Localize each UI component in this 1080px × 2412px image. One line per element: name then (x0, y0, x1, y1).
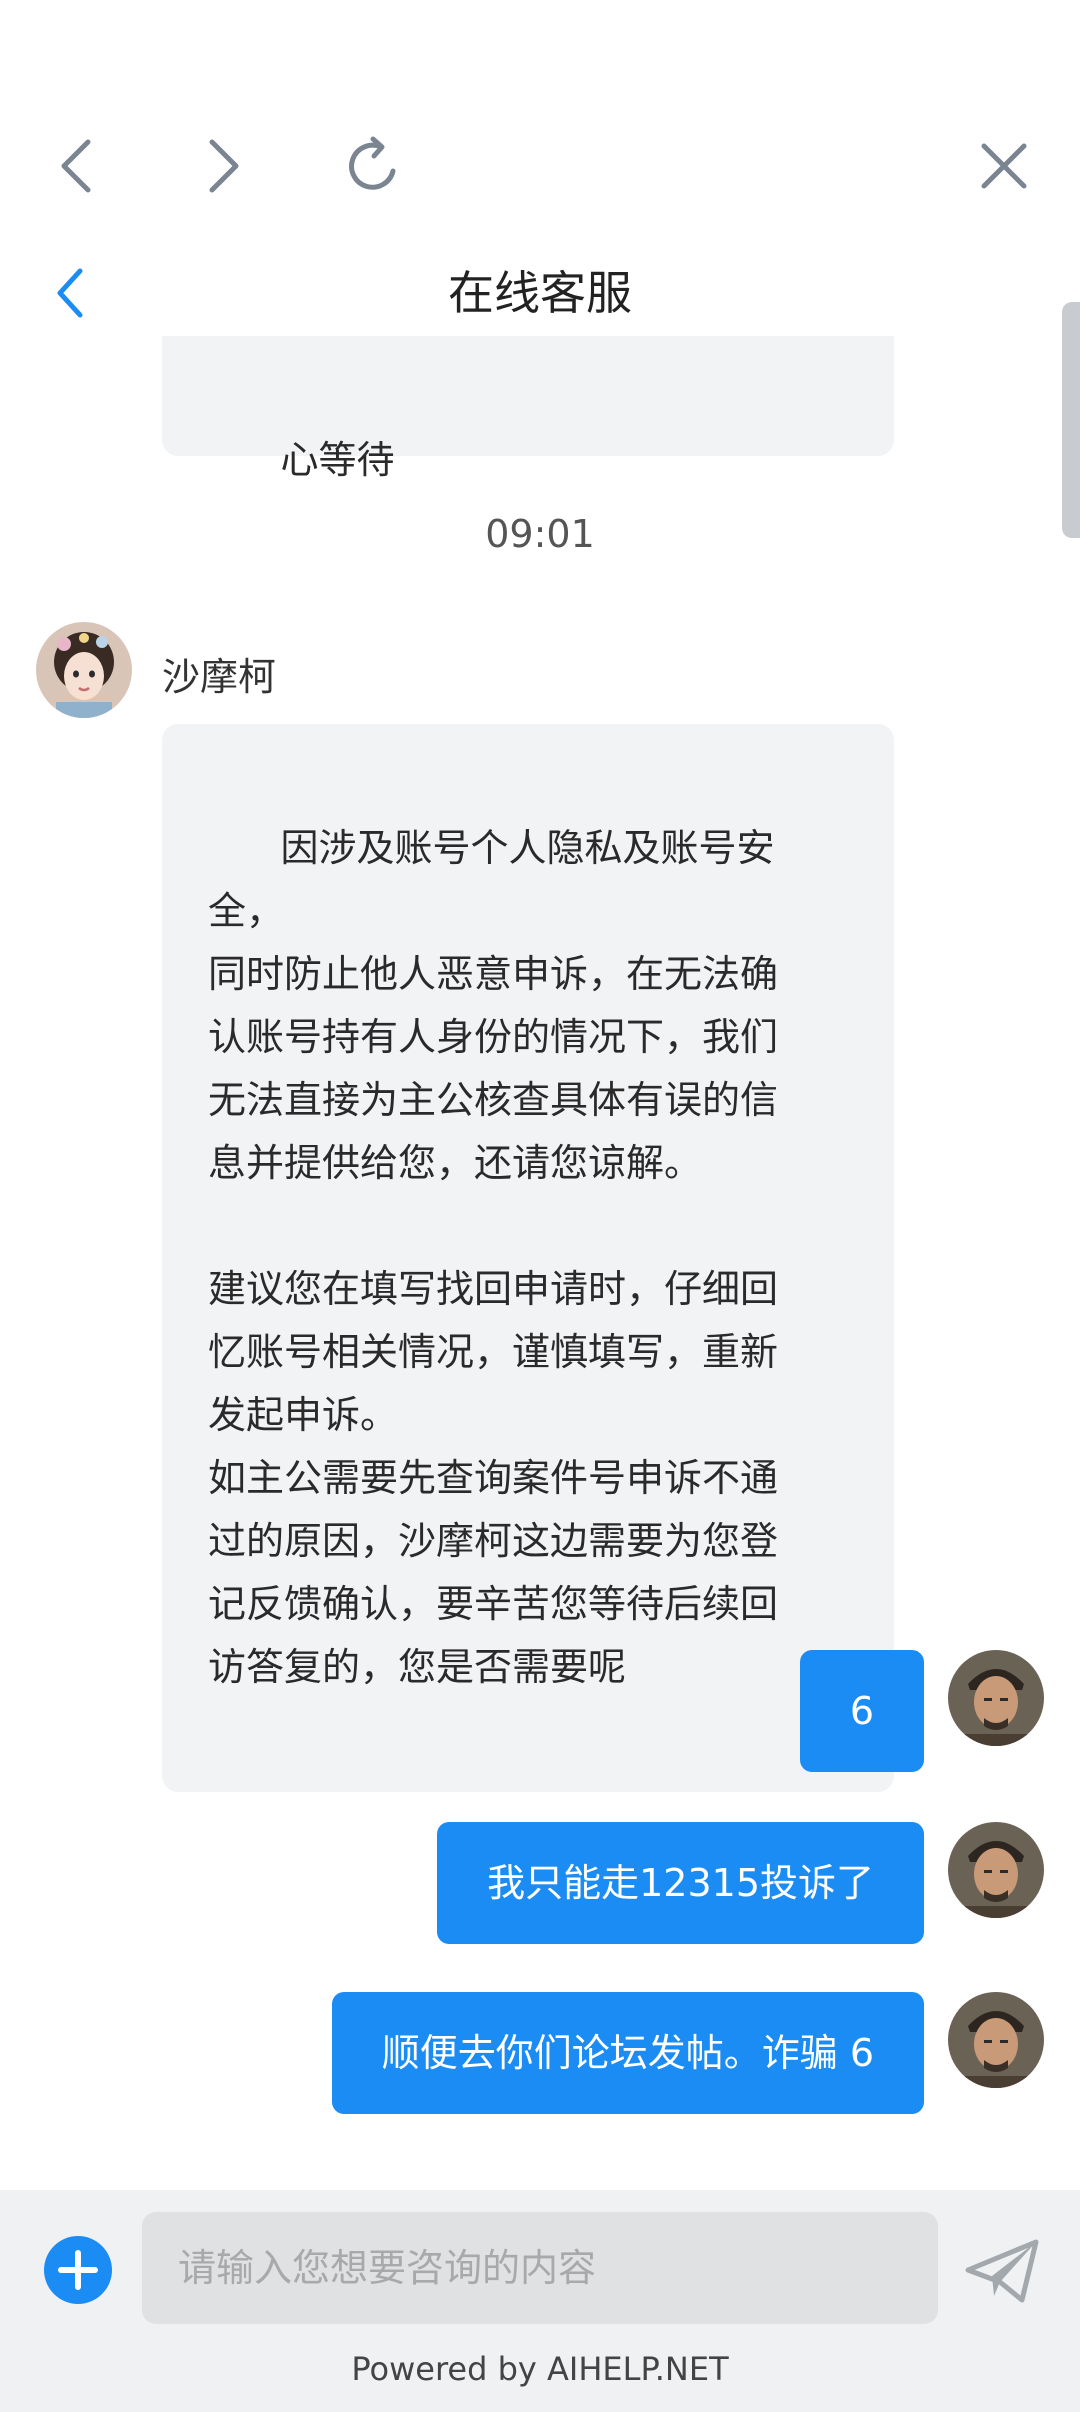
browser-close-button[interactable] (964, 126, 1044, 206)
chat-footer: Powered by AIHELP.NET (0, 2190, 1080, 2412)
close-icon (981, 143, 1027, 189)
message-text: 心等待 (280, 438, 395, 482)
user-message-bubble: 顺便去你们论坛发帖。诈骗 6 (331, 1992, 924, 2114)
browser-reload-button[interactable] (334, 126, 414, 206)
message-text: 6 (849, 1689, 874, 1733)
refresh-icon (349, 136, 396, 190)
chat-screen: 在线客服 心等待 09:01 沙摩柯 因涉及账号个人隐私及账号安全， 同时防止他… (0, 0, 1080, 2412)
browser-forward-button[interactable] (184, 126, 264, 206)
chat-header: 在线客服 (0, 250, 1080, 336)
browser-toolbar (0, 0, 1080, 250)
header-back-button[interactable] (30, 250, 110, 336)
agent-avatar[interactable] (36, 622, 132, 718)
agent-message-bubble: 心等待 (162, 336, 894, 482)
send-icon (965, 2239, 1039, 2303)
plus-circle-icon (58, 2250, 98, 2290)
user-message-bubble: 我只能走12315投诉了 (437, 1822, 924, 1944)
user-avatar-icon (948, 1650, 1044, 1746)
chevron-left-icon (61, 139, 91, 193)
browser-back-button[interactable] (36, 126, 116, 206)
agent-message-bubble: 因涉及账号个人隐私及账号安全， 同时防止他人恶意申诉，在无法确 认账号持有人身份… (162, 724, 894, 1792)
message-text: 顺便去你们论坛发帖。诈骗 6 (381, 2031, 874, 2075)
message-text: 因涉及账号个人隐私及账号安全， 同时防止他人恶意申诉，在无法确 认账号持有人身份… (208, 826, 779, 1689)
page-title: 在线客服 (448, 266, 632, 320)
attach-button[interactable] (44, 2236, 112, 2304)
message-timestamp: 09:01 (485, 512, 595, 556)
user-avatar[interactable] (948, 1650, 1044, 1746)
user-avatar-icon (948, 1822, 1044, 1918)
agent-avatar-icon (36, 622, 132, 718)
message-text: 我只能走12315投诉了 (487, 1861, 874, 1905)
message-input[interactable] (142, 2212, 938, 2324)
user-avatar[interactable] (948, 1822, 1044, 1918)
user-avatar-icon (948, 1992, 1044, 2088)
chevron-right-icon (209, 139, 239, 193)
agent-name: 沙摩柯 (162, 655, 277, 699)
user-avatar[interactable] (948, 1992, 1044, 2088)
send-button[interactable] (964, 2236, 1040, 2306)
user-message-bubble: 6 (799, 1650, 924, 1772)
chevron-left-icon (57, 268, 83, 318)
scrollbar-handle[interactable] (1062, 302, 1080, 538)
powered-by-text: Powered by AIHELP.NET (351, 2350, 729, 2388)
message-list[interactable]: 心等待 09:01 沙摩柯 因涉及账号个人隐私及账号安全， 同时防止他人恶意申诉… (0, 336, 1080, 2190)
